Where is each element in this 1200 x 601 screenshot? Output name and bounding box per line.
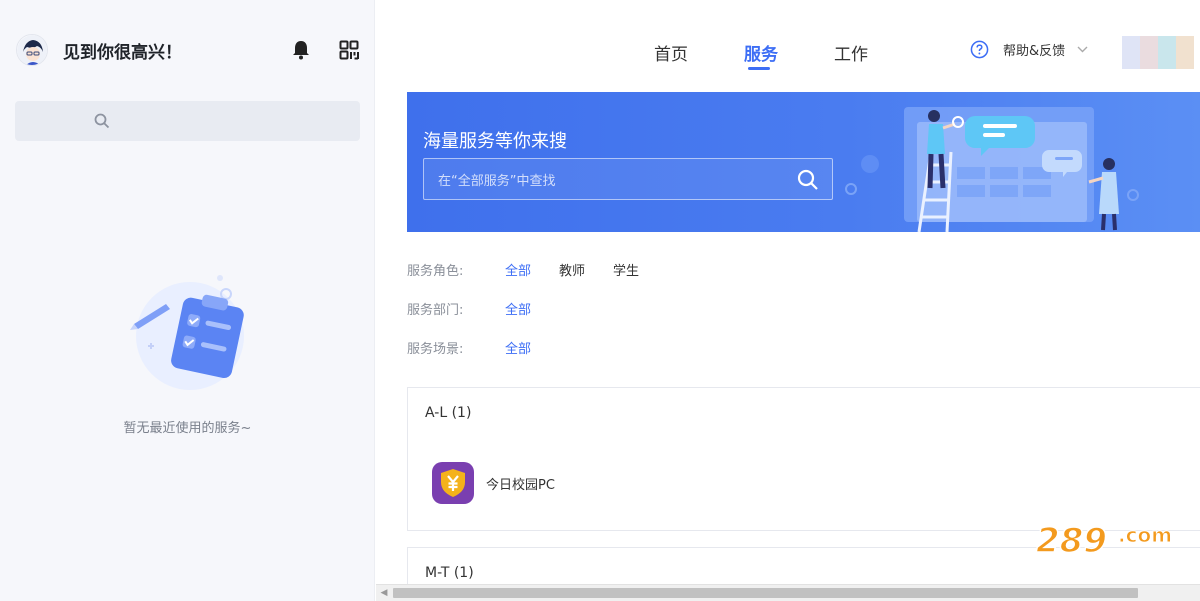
avatar[interactable] (16, 34, 48, 66)
filter-option-all[interactable]: 全部 (505, 299, 531, 318)
user-avatar-blurred[interactable] (1122, 36, 1194, 69)
tab-home[interactable]: 首页 (654, 40, 688, 65)
empty-state-text: 暂无最近使用的服务~ (123, 421, 252, 436)
help-feedback-menu[interactable]: 帮助&反馈 (970, 40, 1088, 59)
scroll-left-icon[interactable]: ◀ (376, 585, 392, 601)
filter-label: 服务部门: (407, 302, 464, 318)
filter-row-scene: 服务场景: 全部 (407, 336, 667, 358)
filter-label: 服务角色: (407, 263, 464, 279)
service-name: 今日校园PC (486, 477, 555, 493)
service-group-a-l: A-L (1) 今日校园PC (407, 387, 1200, 531)
svg-text:289: 289 (1036, 521, 1107, 561)
filter-option-teacher[interactable]: 教师 (559, 260, 585, 279)
sidebar: 见到你很高兴！ 暂无最近使用的服务~ (0, 0, 375, 601)
search-banner: 海量服务等你来搜 在“全部服务”中查找 (407, 92, 1200, 232)
help-feedback-label: 帮助&反馈 (1003, 44, 1066, 59)
banner-title: 海量服务等你来搜 (423, 131, 567, 152)
group-title: M-T (1) (425, 565, 474, 581)
qr-code-icon[interactable] (338, 39, 360, 61)
service-search-placeholder: 在“全部服务”中查找 (438, 173, 556, 189)
search-icon[interactable] (796, 168, 820, 192)
filter-option-all[interactable]: 全部 (505, 260, 531, 279)
shield-yen-icon (432, 462, 474, 504)
filter-row-department: 服务部门: 全部 (407, 297, 667, 319)
service-filters: 服务角色: 全部 教师 学生 服务部门: 全部 服务场景: 全部 (407, 258, 667, 375)
banner-illustration (845, 107, 1139, 232)
active-tab-indicator (748, 67, 770, 70)
service-search-input[interactable]: 在“全部服务”中查找 (423, 158, 833, 200)
filter-option-student[interactable]: 学生 (613, 260, 639, 279)
chevron-down-icon (1077, 46, 1088, 53)
help-circle-icon (970, 40, 989, 59)
top-nav: 首页 服务 工作 帮助&反馈 (376, 0, 1200, 92)
svg-text:.com: .com (1118, 523, 1172, 547)
filter-option-all[interactable]: 全部 (505, 338, 531, 357)
greeting-text: 见到你很高兴！ (63, 42, 182, 63)
site-watermark-logo: 289 .com 手游网 (1036, 520, 1173, 566)
horizontal-scrollbar[interactable]: ◀ (376, 584, 1200, 601)
filter-label: 服务场景: (407, 341, 464, 357)
svg-text:手游网: 手游网 (1118, 548, 1163, 566)
service-item[interactable]: 今日校园PC (432, 462, 555, 504)
search-icon (94, 113, 110, 129)
tab-services[interactable]: 服务 (744, 40, 778, 65)
sidebar-search-input[interactable] (15, 101, 360, 141)
filter-row-role: 服务角色: 全部 教师 学生 (407, 258, 667, 280)
group-title: A-L (1) (425, 405, 472, 421)
sidebar-header: 见到你很高兴！ (16, 32, 360, 68)
empty-clipboard-illustration (130, 275, 244, 390)
bell-icon[interactable] (290, 39, 312, 61)
scrollbar-thumb[interactable] (393, 588, 1138, 598)
tab-work[interactable]: 工作 (834, 40, 868, 65)
